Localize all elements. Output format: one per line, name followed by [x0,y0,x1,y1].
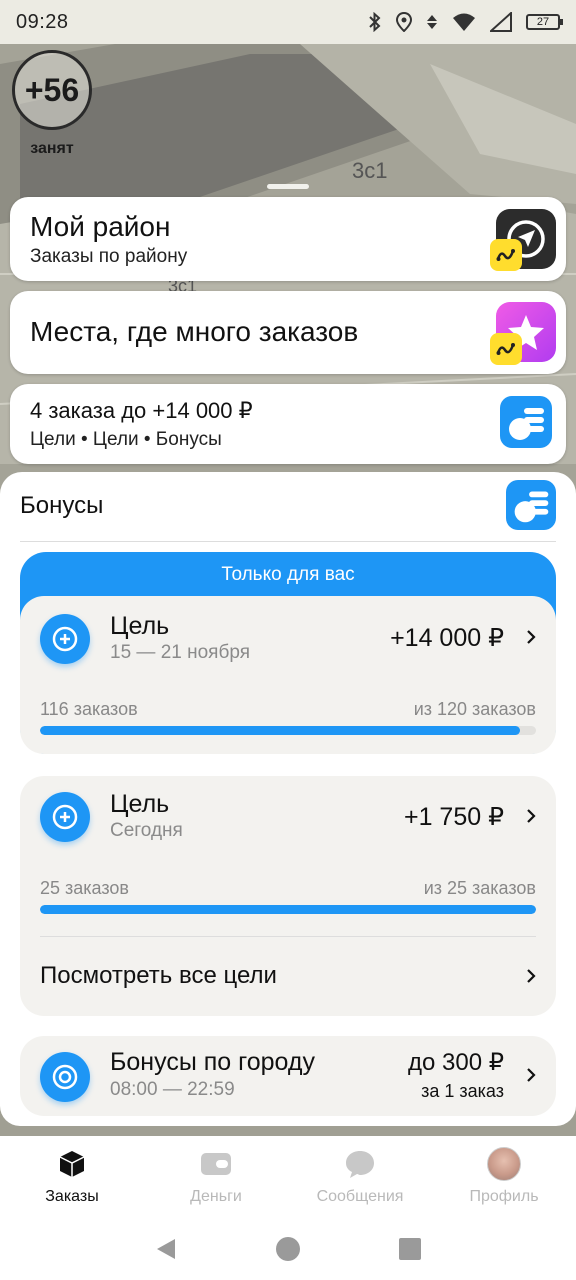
home-icon[interactable] [275,1236,301,1262]
goal-title: Цель [110,612,170,640]
driver-status-label: занят [30,140,74,157]
coins-icon [500,396,552,448]
progress-total: из 25 заказов [423,878,536,898]
data-arrows-icon [427,15,437,29]
chevron-right-icon [527,630,536,644]
tab-label: Заказы [45,1188,99,1205]
battery-icon: 27 [526,14,563,30]
progress-done: 116 заказов [40,699,138,719]
tab-label: Сообщения [316,1188,404,1205]
goal-amount: +14 000 ₽ [390,624,504,652]
hot-places-card[interactable]: Места, где много заказов [10,291,566,374]
view-all-goals-link[interactable]: Посмотреть все цели [40,962,277,990]
status-bar: 09:28 27 [0,0,576,44]
tab-orders[interactable]: Заказы [0,1136,144,1218]
location-icon [396,12,412,32]
chevron-right-icon [527,1068,536,1082]
divider [20,541,556,542]
recents-icon[interactable] [397,1236,423,1262]
system-navigation [0,1218,576,1280]
card-subtitle: Заказы по району [30,246,188,267]
sheet-title: Бонусы [20,492,104,519]
back-icon[interactable] [153,1236,179,1262]
signal-icon [490,12,512,32]
chevron-right-icon [527,969,536,983]
goal-card[interactable]: Цель 15 — 21 ноября +14 000 ₽ 116 заказо… [20,596,556,754]
target-icon [40,1052,90,1102]
tab-money[interactable]: Деньги [144,1136,288,1218]
progress-bar [40,905,536,914]
goal-card[interactable]: Цель Сегодня +1 750 ₽ 25 заказов из 25 з… [20,776,556,1016]
goal-dates: 15 — 21 ноября [110,642,250,663]
city-bonus-hours: 08:00 — 22:59 [110,1079,235,1100]
card-title: Мой район [30,211,171,242]
card-subtitle: Цели • Цели • Бонусы [30,429,222,450]
route-badge-icon [490,239,522,271]
goal-plus-icon [40,614,90,664]
city-bonus-card[interactable]: Бонусы по городу 08:00 — 22:59 до 300 ₽ … [20,1036,556,1116]
building-label: 3с1 [352,158,388,183]
chevron-right-icon [527,809,536,823]
sheet-drag-handle[interactable] [267,184,309,189]
divider [40,936,536,937]
card-title: 4 заказа до +14 000 ₽ [30,398,253,423]
cube-icon [57,1148,87,1180]
tab-label: Профиль [469,1188,539,1205]
goal-plus-icon [40,792,90,842]
wallet-icon [200,1148,232,1180]
goal-title: Цель [110,790,170,818]
wifi-icon [453,13,475,31]
city-bonus-per: за 1 заказ [421,1081,504,1101]
route-badge-icon [490,333,522,365]
city-bonus-amount: до 300 ₽ [408,1049,504,1076]
tab-label: Деньги [190,1188,242,1205]
status-time: 09:28 [16,10,69,33]
avatar [487,1147,521,1181]
progress-total: из 120 заказов [413,699,536,719]
progress-fill [40,726,520,735]
city-bonus-title: Бонусы по городу [110,1048,315,1076]
bonuses-sheet: Бонусы Только для вас Цель 15 — 21 ноябр… [0,472,576,1126]
tab-profile[interactable]: Профиль [432,1136,576,1218]
progress-fill [40,905,536,914]
progress-bar [40,726,536,735]
card-title: Места, где много заказов [30,316,359,347]
chat-bubble-icon [344,1148,376,1180]
driver-activity-badge[interactable]: +56 [12,50,92,130]
bluetooth-icon [369,12,381,32]
coins-icon [506,480,556,530]
goal-dates: Сегодня [110,820,183,841]
progress-done: 25 заказов [40,878,129,898]
exclusive-label: Только для вас [221,564,355,585]
goal-amount: +1 750 ₽ [403,803,504,831]
my-district-card[interactable]: Мой район Заказы по району [10,197,566,281]
bottom-navigation: Заказы Деньги Сообщения Профиль [0,1136,576,1218]
goals-summary-card[interactable]: 4 заказа до +14 000 ₽ Цели • Цели • Бону… [10,384,566,464]
tab-messages[interactable]: Сообщения [288,1136,432,1218]
